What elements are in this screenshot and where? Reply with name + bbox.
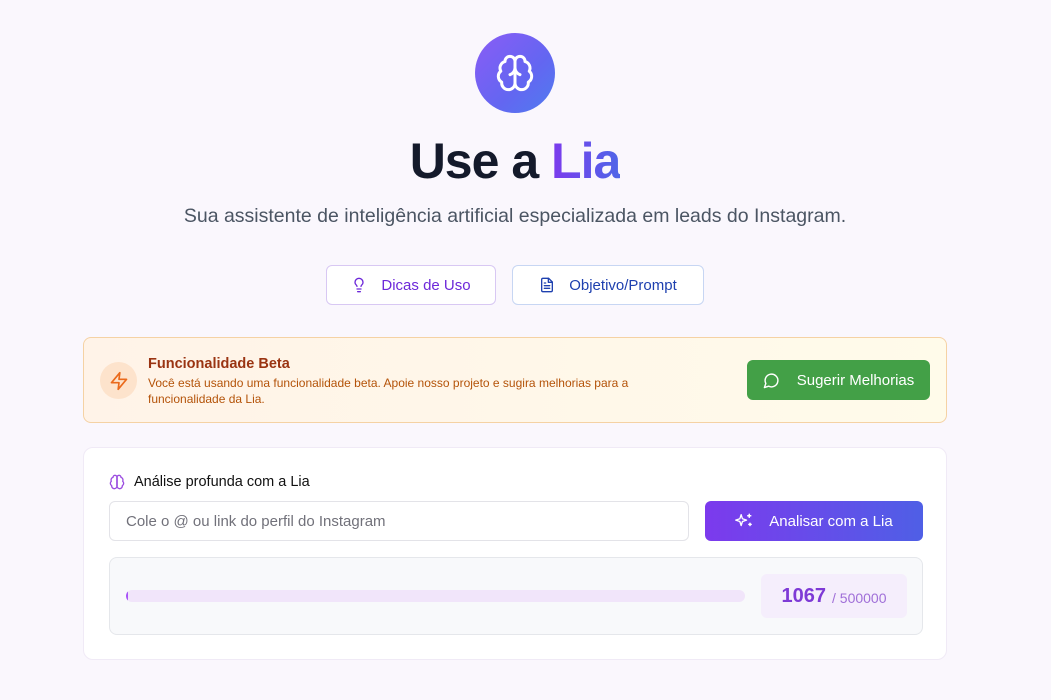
usage-tips-button[interactable]: Dicas de Uso — [326, 265, 496, 305]
lia-logo — [475, 33, 555, 113]
beta-description: Você está usando uma funcionalidade beta… — [148, 376, 629, 406]
beta-notice: Funcionalidade Beta Você está usando uma… — [83, 337, 947, 423]
usage-tips-label: Dicas de Uso — [381, 276, 471, 294]
analyze-with-lia-label: Analisar com a Lia — [769, 512, 893, 530]
brain-icon — [496, 54, 534, 92]
lightbulb-icon — [354, 277, 365, 293]
analysis-card: Análise profunda com a Lia Analisar com … — [83, 447, 947, 660]
suggest-improvements-label: Sugerir Melhorias — [796, 371, 915, 389]
lightning-icon — [110, 371, 127, 390]
usage-limit: / 500000 — [832, 589, 887, 606]
analysis-heading: Análise profunda com a Lia — [109, 474, 310, 490]
instagram-profile-input[interactable] — [109, 501, 689, 541]
usage-counter: 1067 / 500000 — [761, 574, 907, 618]
brain-icon — [109, 474, 125, 490]
sparkles-icon — [735, 513, 753, 527]
page-title: Use a Lia — [0, 132, 1030, 190]
analysis-heading-label: Análise profunda com a Lia — [134, 474, 310, 490]
title-prefix: Use a — [409, 133, 552, 189]
objective-prompt-button[interactable]: Objetivo/Prompt — [512, 265, 704, 305]
page-subtitle: Sua assistente de inteligência artificia… — [183, 205, 847, 227]
usage-count: 1067 — [781, 584, 827, 607]
objective-prompt-label: Objetivo/Prompt — [569, 276, 677, 294]
beta-icon-badge — [100, 362, 137, 399]
suggest-improvements-button[interactable]: Sugerir Melhorias — [747, 360, 930, 400]
usage-progress-bar — [126, 590, 745, 602]
chat-bubble-icon — [763, 372, 779, 388]
usage-progress-fill — [126, 590, 128, 602]
usage-panel: 1067 / 500000 — [109, 557, 923, 635]
document-icon — [541, 277, 554, 293]
title-accent: Lia — [551, 133, 621, 189]
analyze-with-lia-button[interactable]: Analisar com a Lia — [705, 501, 923, 541]
beta-title: Funcionalidade Beta — [148, 356, 290, 372]
